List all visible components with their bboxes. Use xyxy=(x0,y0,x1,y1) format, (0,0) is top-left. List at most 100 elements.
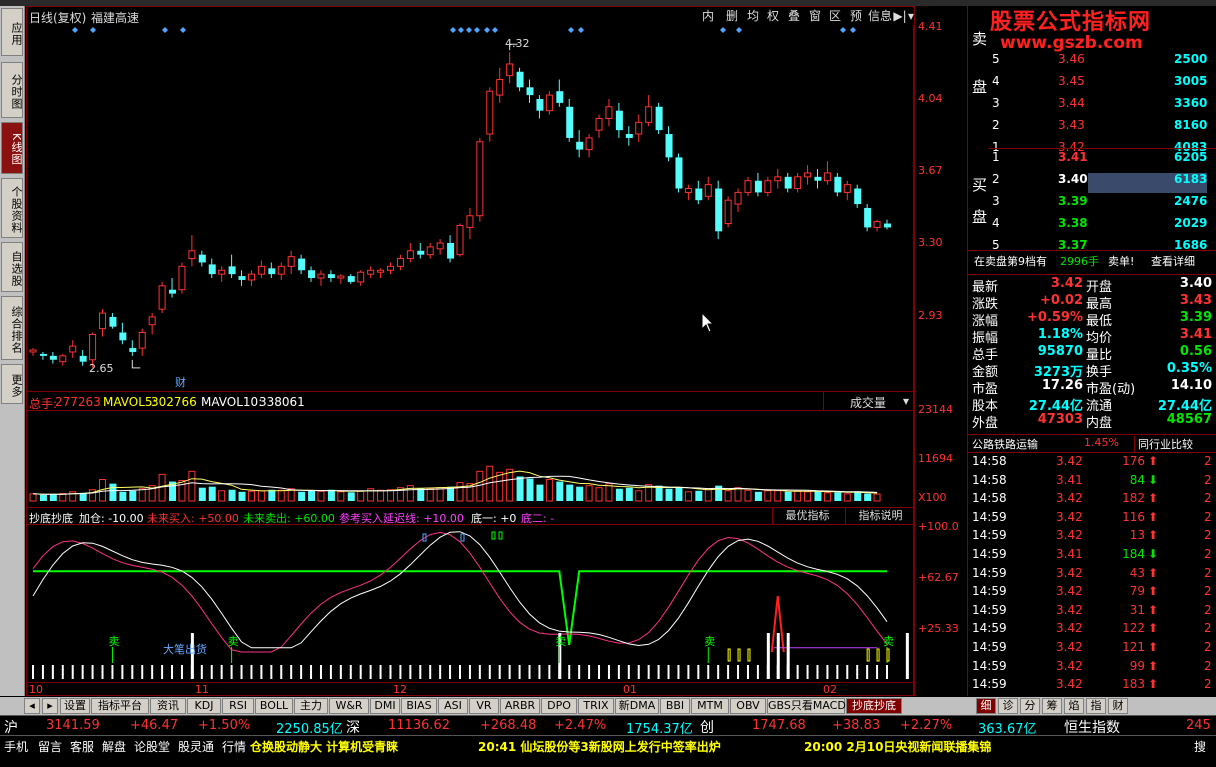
indicator-tab-19[interactable]: GBS只看MACD xyxy=(767,698,846,714)
panel-tab-0[interactable]: 细 xyxy=(976,698,996,714)
sell-mark-label: 卖 xyxy=(228,635,239,648)
panel-tab-2[interactable]: 分 xyxy=(1020,698,1040,714)
sh-label: 沪 xyxy=(4,720,18,736)
tick-price: 3.42 xyxy=(1056,565,1083,580)
volume-bar xyxy=(684,491,692,502)
indicator-tab-17[interactable]: MTM xyxy=(691,698,729,714)
panel-tab-5[interactable]: 指 xyxy=(1086,698,1106,714)
indicator-tick-bar xyxy=(409,665,412,679)
industry-compare-button[interactable]: 同行业比较 xyxy=(1134,436,1193,452)
scroll-left-icon[interactable]: ◂ xyxy=(24,698,40,714)
indicator-tab-5[interactable]: BOLL xyxy=(255,698,293,714)
stat-value: +0.59% xyxy=(1027,310,1083,325)
menu-message[interactable]: 留言 xyxy=(38,738,62,755)
indicator-tick-bar xyxy=(528,665,531,679)
indicator-tab-9[interactable]: BIAS xyxy=(401,698,437,714)
panel-tab-6[interactable]: 财 xyxy=(1108,698,1128,714)
scroll-right-icon[interactable]: ▸ xyxy=(42,698,58,714)
panel-tab-4[interactable]: 焰 xyxy=(1064,698,1084,714)
candle-body xyxy=(466,215,474,228)
indicator-tab-18[interactable]: OBV xyxy=(730,698,766,714)
indicator-tab-20[interactable]: 抄底抄底 xyxy=(846,698,902,714)
indicator-tab-1[interactable]: 指标平台 xyxy=(91,698,149,714)
mavol5-value: 302766 xyxy=(151,395,197,409)
volume-bar xyxy=(456,482,464,502)
stat-value: 3.41 xyxy=(1179,327,1212,342)
indicator-tab-11[interactable]: VR xyxy=(469,698,499,714)
yellow-marker xyxy=(747,648,751,662)
indicator-name: 抄底抄底 xyxy=(29,512,73,525)
indicator-tick-bar xyxy=(290,665,293,679)
tab-timeshare[interactable]: 分时图 xyxy=(1,62,23,118)
indicator-tab-14[interactable]: TRIX xyxy=(578,698,614,714)
volume-bar xyxy=(615,488,623,501)
indicator-tab-13[interactable]: DPO xyxy=(541,698,577,714)
candle-body xyxy=(357,271,365,283)
menu-quotes[interactable]: 行情 xyxy=(222,738,246,755)
indicator-tab-10[interactable]: ASI xyxy=(438,698,468,714)
indicator-tick-bar xyxy=(548,665,551,679)
indicator-tick-bar xyxy=(856,665,859,679)
yellow-marker xyxy=(737,648,741,662)
indicator-tab-7[interactable]: W&R xyxy=(329,698,369,714)
chart-area[interactable]: 日线(复权) 福建高速 内删均权叠窗区预信息 ▶| ▾ 卖卖卖卖卖 2.65 4.3… xyxy=(26,6,915,696)
left-tab-bar: 应用 分时图 K线图 个股资料 自选股 综合排名 更多 xyxy=(0,6,25,696)
volume-bar xyxy=(695,490,703,501)
indicator-tab-15[interactable]: 新DMA xyxy=(615,698,659,714)
panel-tab-3[interactable]: 筹 xyxy=(1042,698,1062,714)
tab-kline[interactable]: K线图 xyxy=(1,122,23,174)
indicator-tab-8[interactable]: DMI xyxy=(370,698,400,714)
candle-body xyxy=(268,268,276,275)
signal-diamond xyxy=(568,27,574,33)
candle-body xyxy=(595,117,603,131)
menu-analysis[interactable]: 解盘 xyxy=(102,738,126,755)
detail-button[interactable]: 查看详细 xyxy=(1151,253,1195,269)
indicator-tab-0[interactable]: 设置 xyxy=(60,698,90,714)
news-ticker-2[interactable]: 20:41 仙坛股份等3新股网上发行中签率出炉 xyxy=(478,738,721,755)
indicator-tab-16[interactable]: BBI xyxy=(660,698,690,714)
tick-time: 14:59 xyxy=(972,509,1007,524)
industry-name[interactable]: 公路铁路运输 xyxy=(972,436,1038,452)
bid-price: 3.40 xyxy=(1058,172,1088,186)
yellow-marker xyxy=(876,648,880,662)
indicator-tab-2[interactable]: 资讯 xyxy=(150,698,186,714)
tab-ranking[interactable]: 综合排名 xyxy=(1,296,23,360)
volume-indicator-select[interactable]: 成交量 ▾ xyxy=(823,392,915,411)
indicator-tick: +62.67 xyxy=(918,571,959,584)
news-ticker-1[interactable]: 仓换股动静大 计算机受青睐 xyxy=(250,738,398,755)
menu-mobile[interactable]: 手机 xyxy=(4,738,28,755)
menu-forum[interactable]: 论股堂 xyxy=(134,738,170,755)
candle-body xyxy=(456,224,464,256)
indicator-tab-4[interactable]: RSI xyxy=(222,698,254,714)
signal-diamond xyxy=(492,27,498,33)
level9-qty: 2996手 xyxy=(1060,255,1099,268)
mavol10-value: 338061 xyxy=(259,395,305,409)
tick-price: 3.42 xyxy=(1056,677,1083,692)
indicator-tab-6[interactable]: 主力 xyxy=(294,698,328,714)
menu-service[interactable]: 客服 xyxy=(70,738,94,755)
signal-diamond xyxy=(180,27,186,33)
indicator-tab-12[interactable]: ARBR xyxy=(500,698,540,714)
tab-apps[interactable]: 应用 xyxy=(1,8,23,56)
sell-order-button[interactable]: 卖单! xyxy=(1108,253,1134,269)
indicator-tick-bar xyxy=(607,665,610,679)
menu-stocktong[interactable]: 股灵通 xyxy=(178,738,214,755)
news-ticker-3[interactable]: 20:00 2月10日央视新闻联播集锦 xyxy=(804,738,991,755)
indicator-tick-bar xyxy=(230,665,233,679)
best-indicator-button[interactable]: 最优指标 xyxy=(772,508,842,525)
volume-bar xyxy=(734,487,742,502)
tab-watchlist[interactable]: 自选股 xyxy=(1,242,23,292)
search-button[interactable]: 搜 xyxy=(1194,738,1206,755)
tab-more[interactable]: 更多 xyxy=(1,364,23,404)
finance-marker[interactable]: 财 xyxy=(175,374,186,390)
stat-value: 3.42 xyxy=(1050,276,1083,291)
indicator-help-button[interactable]: 指标说明 xyxy=(845,508,915,525)
signal-diamond xyxy=(578,27,584,33)
volume-bar xyxy=(526,478,534,501)
tab-stock-profile[interactable]: 个股资料 xyxy=(1,178,23,238)
tick-volume: 182 xyxy=(1122,491,1145,506)
candle-body xyxy=(188,250,196,260)
panel-tab-1[interactable]: 诊 xyxy=(998,698,1018,714)
indicator-tab-3[interactable]: KDJ xyxy=(187,698,221,714)
candle-body xyxy=(298,258,306,271)
